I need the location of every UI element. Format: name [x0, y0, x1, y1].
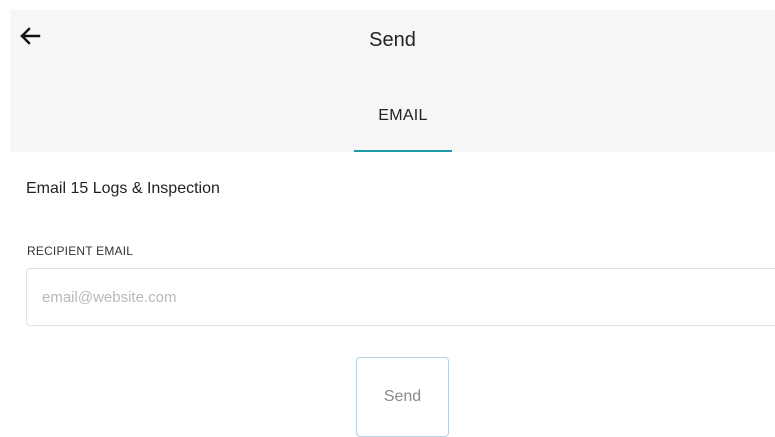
section-title: Email 15 Logs & Inspection: [26, 180, 220, 197]
tab-email[interactable]: EMAIL: [354, 96, 452, 152]
page-title: Send: [369, 29, 416, 51]
top-strip: [0, 0, 775, 10]
recipient-email-input[interactable]: [26, 268, 775, 326]
recipient-email-label: RECIPIENT EMAIL: [27, 244, 134, 258]
header-bar: Send EMAIL: [10, 10, 775, 152]
tab-email-label: EMAIL: [378, 107, 428, 124]
send-button[interactable]: Send: [356, 357, 449, 437]
active-tab-indicator: [354, 150, 452, 152]
